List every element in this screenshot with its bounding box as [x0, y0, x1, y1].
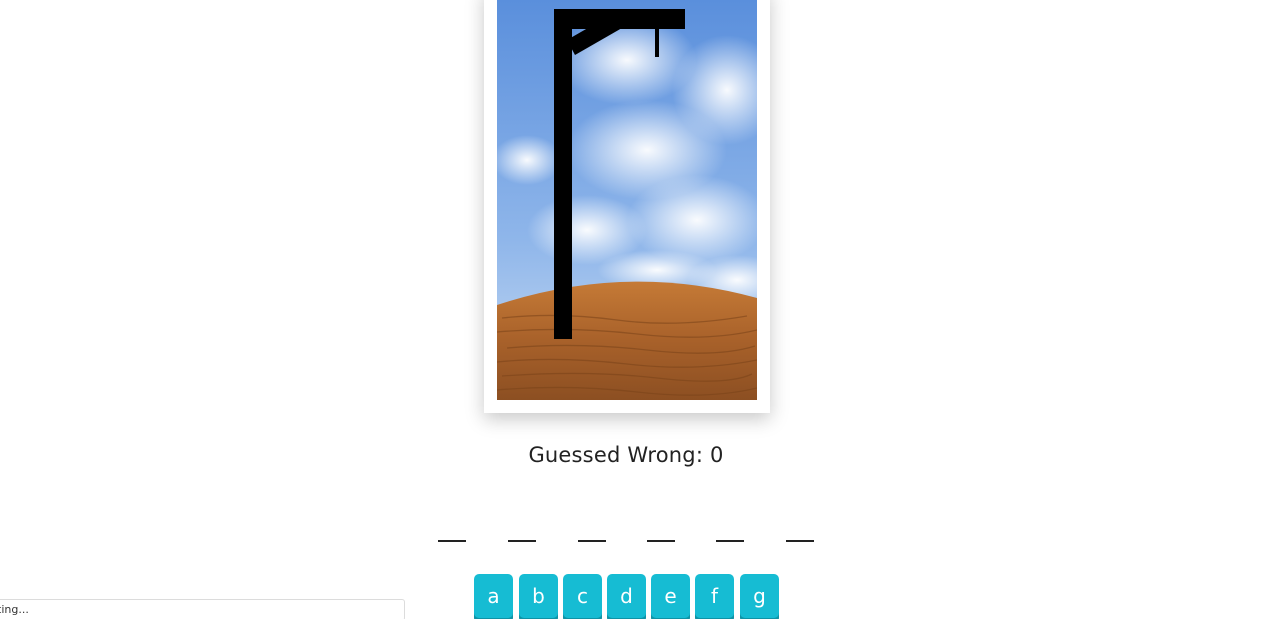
letter-blank-5: [716, 520, 744, 542]
word-blanks: [438, 520, 818, 544]
letter-blank-1: [438, 520, 466, 542]
browser-status-bar: ting...: [0, 599, 405, 619]
hangman-scene: [497, 0, 757, 400]
gallows-illustration: [497, 0, 757, 400]
letter-blank-2: [508, 520, 536, 542]
key-b-button[interactable]: b: [519, 574, 558, 618]
key-e-button[interactable]: e: [651, 574, 690, 618]
letter-blank-4: [647, 520, 675, 542]
key-g-button[interactable]: g: [740, 574, 779, 618]
key-c-button[interactable]: c: [563, 574, 602, 618]
key-d-button[interactable]: d: [607, 574, 646, 618]
key-a-button[interactable]: a: [474, 574, 513, 618]
wrong-guess-counter: Guessed Wrong: 0: [528, 443, 724, 467]
letter-blank-3: [578, 520, 606, 542]
hangman-page: Guessed Wrong: 0 a b c d e f g ting...: [0, 0, 1270, 619]
gallows-post: [554, 9, 572, 339]
wooden-ground: [497, 281, 757, 400]
letter-blank-6: [786, 520, 814, 542]
gallows-rope: [655, 27, 659, 57]
key-f-button[interactable]: f: [695, 574, 734, 618]
hangman-image-frame: [484, 0, 770, 413]
